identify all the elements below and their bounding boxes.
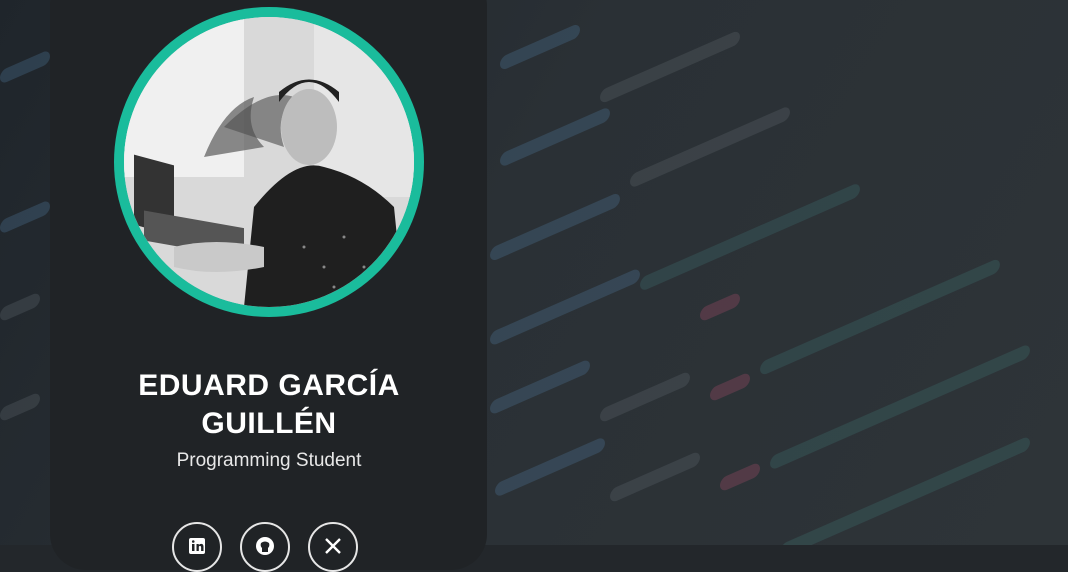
background-code-line <box>489 358 591 416</box>
background-code-line <box>629 105 791 189</box>
background-code-line <box>499 22 581 72</box>
background-code-line <box>759 257 1001 377</box>
background-code-line <box>609 450 701 504</box>
background-code-line <box>0 391 41 423</box>
background-code-line <box>779 435 1031 545</box>
background-code-line <box>0 49 51 85</box>
linkedin-icon <box>189 538 205 554</box>
x-icon <box>325 538 341 554</box>
background-code-line <box>494 435 606 499</box>
x-link[interactable] <box>308 522 358 572</box>
background-code-line <box>489 267 641 347</box>
profile-name: EDUARD GARCÍA GUILLÉN <box>138 369 400 440</box>
background-code-line <box>709 371 751 403</box>
github-icon <box>256 537 274 555</box>
background-code-line <box>0 291 41 323</box>
background-code-line <box>489 191 621 263</box>
background-code-line <box>719 461 761 493</box>
background-code-line <box>599 29 741 105</box>
background-code-line <box>699 291 741 323</box>
github-link[interactable] <box>240 522 290 572</box>
avatar <box>124 17 414 307</box>
profile-title: Programming Student <box>176 450 362 471</box>
background-code-line <box>639 181 861 293</box>
social-links <box>172 522 358 572</box>
profile-photo <box>124 17 414 307</box>
avatar-ring <box>114 7 424 317</box>
linkedin-link[interactable] <box>172 522 222 572</box>
background-code-line <box>599 370 691 424</box>
background-code-line <box>499 105 611 169</box>
background-code-line <box>0 199 51 235</box>
